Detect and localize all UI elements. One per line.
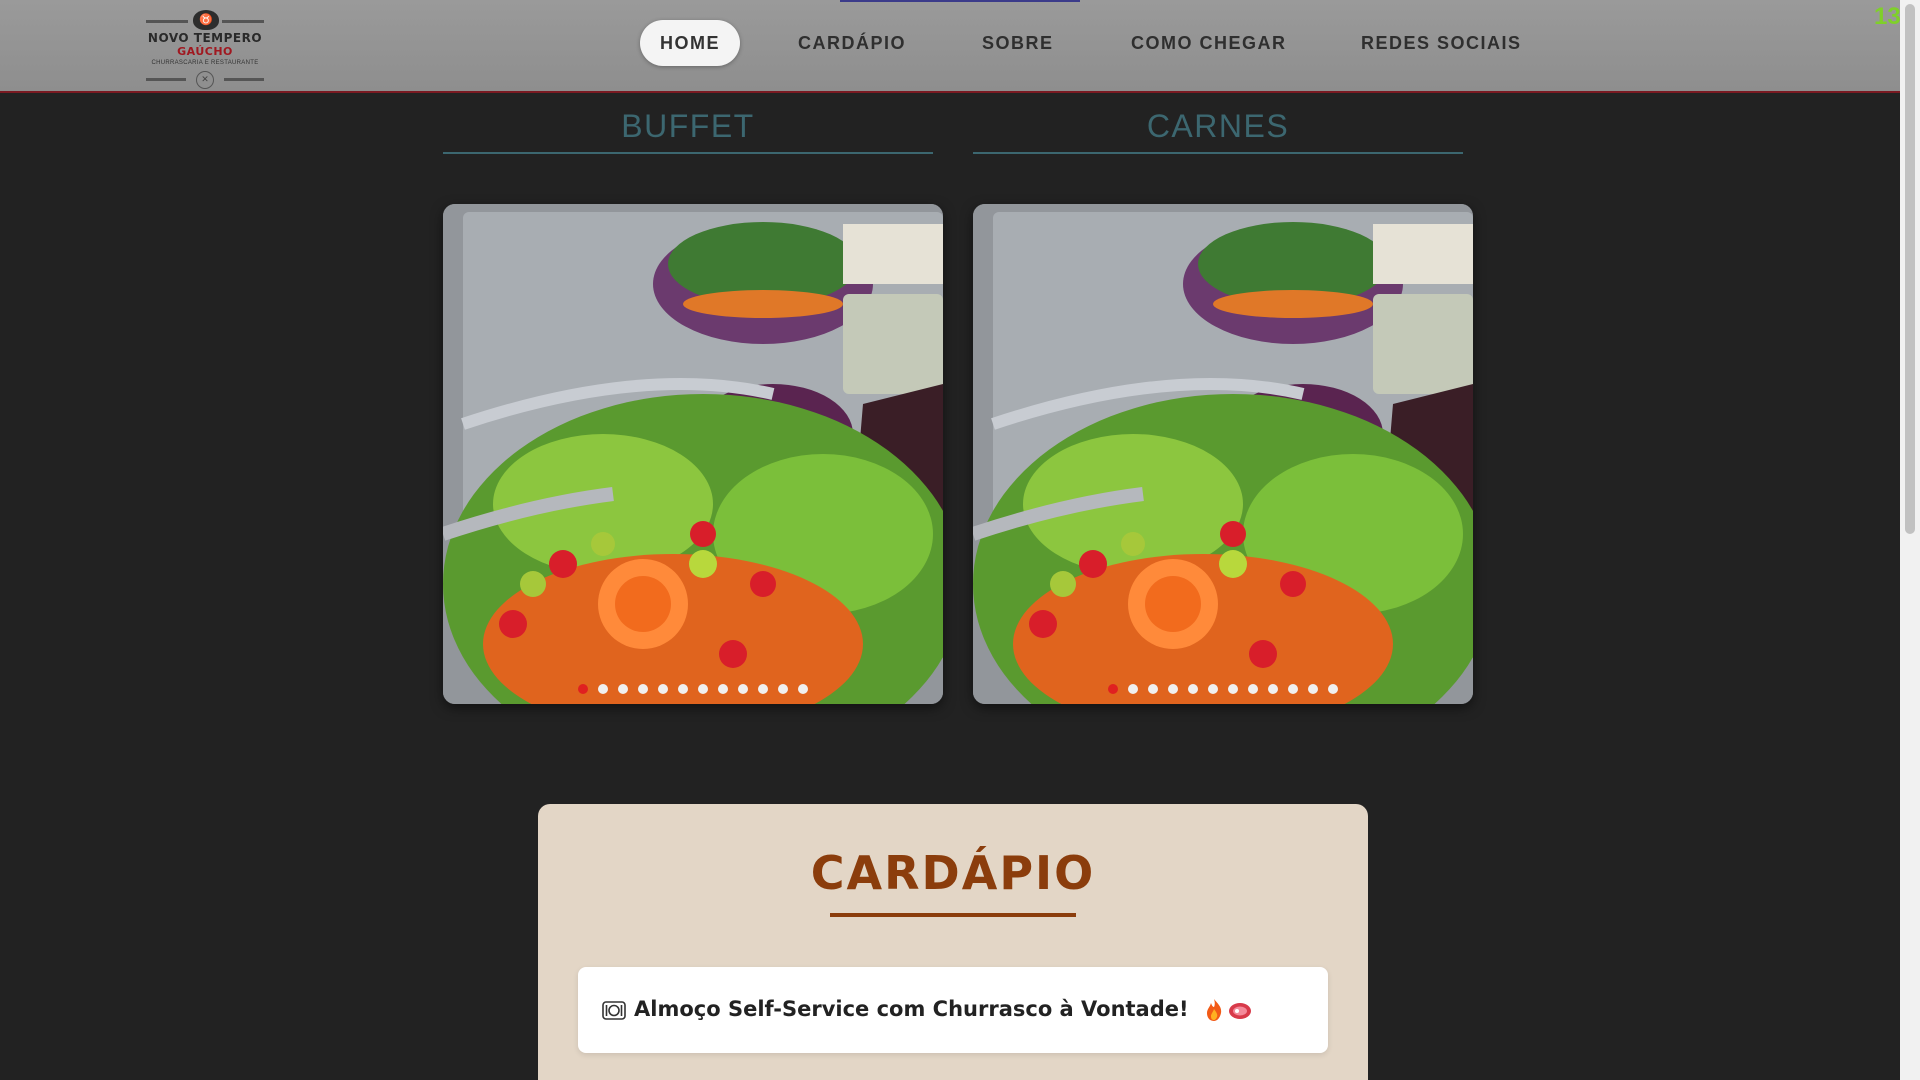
meat-icon <box>1228 1003 1251 1019</box>
scrollbar-thumb[interactable] <box>1905 4 1915 534</box>
carousel-dot[interactable] <box>598 684 608 694</box>
carousel-dots-carnes <box>973 684 1473 694</box>
logo-divider-bottom-right <box>224 78 264 81</box>
carousel-dot[interactable] <box>1248 684 1258 694</box>
carousel-dot[interactable] <box>1208 684 1218 694</box>
carousel-dot[interactable] <box>1148 684 1158 694</box>
carousel-dot[interactable] <box>1228 684 1238 694</box>
logo-text-line1: NOVO TEMPERO <box>147 31 263 45</box>
section-title-buffet: BUFFET <box>621 108 755 144</box>
bull-icon: ♉ <box>193 10 219 30</box>
menu-title-underline <box>830 913 1076 917</box>
carousel-dot[interactable] <box>1268 684 1278 694</box>
carousel-dot[interactable] <box>1108 684 1118 694</box>
menu-title: CARDÁPIO <box>810 846 1096 900</box>
carousel-dot[interactable] <box>678 684 688 694</box>
carousel-dot[interactable] <box>1328 684 1338 694</box>
logo-divider-right <box>222 20 264 23</box>
carousel-dot[interactable] <box>738 684 748 694</box>
section-underline-buffet <box>443 152 933 154</box>
carousel-dots-buffet <box>443 684 943 694</box>
carousel-dot[interactable] <box>698 684 708 694</box>
page-scrollbar[interactable] <box>1900 0 1920 1080</box>
menu-item-text: Almoço Self-Service com Churrasco à Vont… <box>634 997 1189 1021</box>
nav-home[interactable]: HOME <box>640 20 740 66</box>
carousel-dot[interactable] <box>658 684 668 694</box>
fork-knife-icon: ✕ <box>196 71 214 89</box>
carousel-dot[interactable] <box>718 684 728 694</box>
menu-item-row: Almoço Self-Service com Churrasco à Vont… <box>602 997 1252 1022</box>
carousel-dot[interactable] <box>758 684 768 694</box>
carousel-dot[interactable] <box>638 684 648 694</box>
carousel-dot[interactable] <box>578 684 588 694</box>
nav-sobre[interactable]: SOBRE <box>982 20 1054 66</box>
carousel-dot[interactable] <box>1188 684 1198 694</box>
carousel-dot[interactable] <box>1128 684 1138 694</box>
header-accent-line <box>840 0 1080 2</box>
menu-item-card: Almoço Self-Service com Churrasco à Vont… <box>578 967 1328 1053</box>
carousel-dot[interactable] <box>1168 684 1178 694</box>
logo-divider-left <box>146 20 188 23</box>
carousel-carnes[interactable] <box>973 204 1473 704</box>
carousel-dot[interactable] <box>778 684 788 694</box>
logo-text-line3: CHURRASCARIA E RESTAURANTE <box>151 60 259 66</box>
nav-cardapio[interactable]: CARDÁPIO <box>798 20 906 66</box>
logo-text-line2: GAÚCHO <box>177 45 233 58</box>
carousel-buffet[interactable] <box>443 204 943 704</box>
restaurant-logo[interactable]: ♉ NOVO TEMPERO GAÚCHO CHURRASCARIA E RES… <box>146 8 264 89</box>
nav-redes-sociais[interactable]: REDES SOCIAIS <box>1361 20 1522 66</box>
fire-icon <box>1206 999 1222 1021</box>
plate-cutlery-icon <box>602 1001 626 1020</box>
menu-panel: CARDÁPIO Almoço Self-Service com Churras… <box>538 804 1368 1080</box>
carnes-photo <box>973 204 1473 704</box>
logo-divider-bottom-left <box>146 78 186 81</box>
carousel-dot[interactable] <box>1308 684 1318 694</box>
carousel-dot[interactable] <box>798 684 808 694</box>
carousel-dot[interactable] <box>618 684 628 694</box>
carousel-dot[interactable] <box>1288 684 1298 694</box>
section-title-carnes: CARNES <box>1146 108 1290 144</box>
salad-bar-photo <box>443 204 943 704</box>
top-navigation-bar: ♉ NOVO TEMPERO GAÚCHO CHURRASCARIA E RES… <box>0 0 1900 93</box>
nav-como-chegar[interactable]: COMO CHEGAR <box>1131 20 1287 66</box>
section-underline-carnes <box>973 152 1463 154</box>
